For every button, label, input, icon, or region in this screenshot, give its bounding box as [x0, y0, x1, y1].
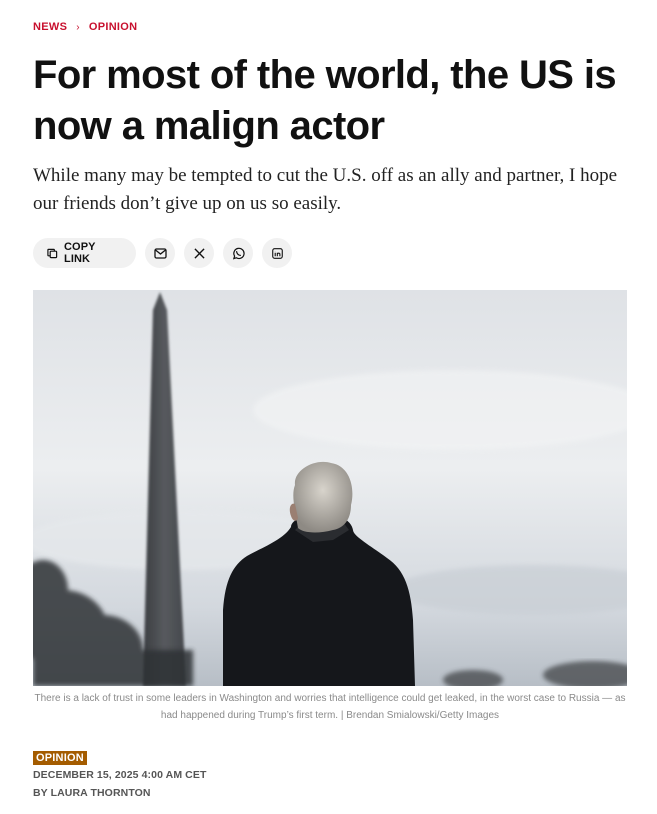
- linkedin-share-button[interactable]: [262, 238, 292, 268]
- linkedin-icon: [271, 247, 283, 259]
- hero-photo: [33, 290, 627, 686]
- article-headline: For most of the world, the US is now a m…: [33, 53, 617, 148]
- copy-link-label: COPY LINK: [64, 241, 96, 265]
- breadcrumb-news-link[interactable]: NEWS: [33, 21, 67, 33]
- whatsapp-icon: [232, 247, 245, 260]
- copy-link-icon: [47, 248, 58, 259]
- whatsapp-share-button[interactable]: [223, 238, 253, 268]
- email-icon: [153, 247, 167, 259]
- image-caption: There is a lack of trust in some leaders…: [34, 693, 626, 721]
- share-bar: COPY LINK: [33, 238, 292, 268]
- x-icon: [193, 247, 205, 259]
- breadcrumb: NEWS › OPINION: [33, 21, 137, 33]
- chevron-right-icon: ›: [76, 21, 80, 33]
- section-tag[interactable]: OPINION: [33, 751, 87, 765]
- hero-image: [33, 290, 627, 686]
- article-byline[interactable]: BY LAURA THORNTON: [33, 787, 151, 799]
- article-dateline: DECEMBER 15, 2025 4:00 AM CET: [33, 769, 207, 781]
- x-share-button[interactable]: [184, 238, 214, 268]
- article-dek: While many may be tempted to cut the U.S…: [33, 165, 618, 214]
- breadcrumb-opinion-link[interactable]: OPINION: [89, 21, 138, 33]
- copy-link-button[interactable]: COPY LINK: [33, 238, 136, 268]
- email-share-button[interactable]: [145, 238, 175, 268]
